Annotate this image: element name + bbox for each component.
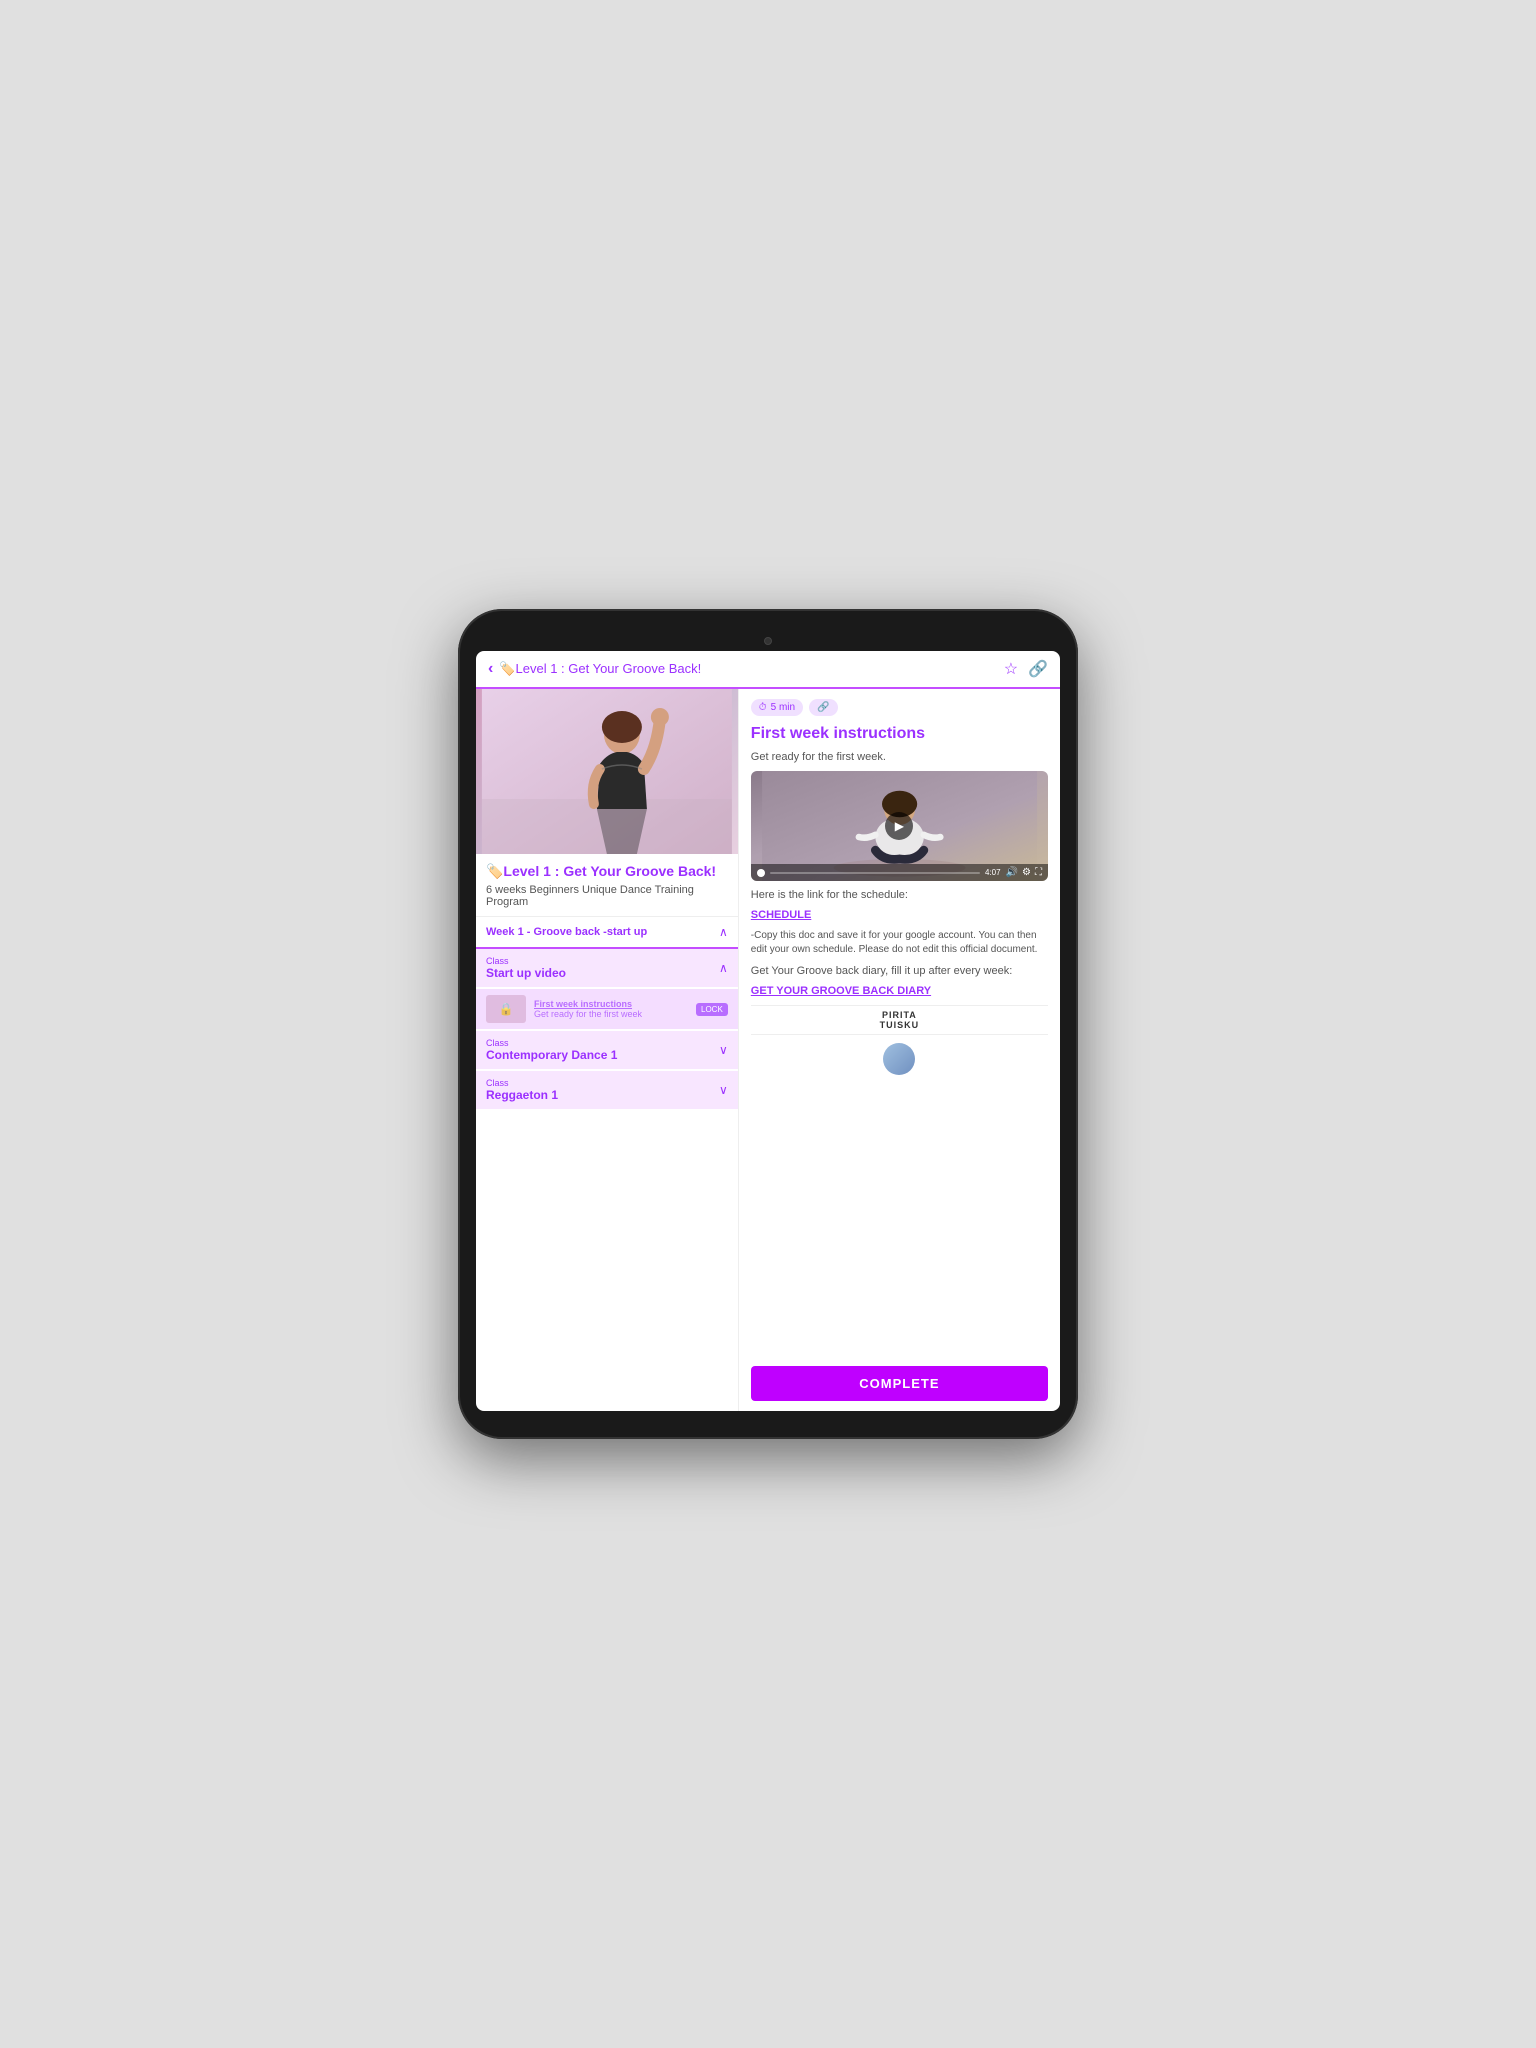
tablet-frame: ‹ 🏷️Level 1 : Get Your Groove Back! ☆ 🔗 <box>458 609 1078 1439</box>
tablet-screen: ‹ 🏷️Level 1 : Get Your Groove Back! ☆ 🔗 <box>476 651 1060 1411</box>
class-chevron-1: ∧ <box>719 961 728 975</box>
class-chevron-2: ∨ <box>719 1043 728 1057</box>
class-chevron-3: ∨ <box>719 1083 728 1097</box>
schedule-label: Here is the link for the schedule: <box>751 889 1048 901</box>
class-label-3: Class <box>486 1078 558 1088</box>
class-label-2: Class <box>486 1038 617 1048</box>
progress-bar[interactable] <box>770 872 980 874</box>
locked-title: First week instructions <box>534 999 688 1009</box>
locked-subtitle: Get ready for the first week <box>534 1009 688 1019</box>
class-name-3: Reggaeton 1 <box>486 1088 558 1102</box>
right-panel: ⏱ 5 min 🔗 First week instructions Get re… <box>739 689 1060 1411</box>
duration-tag: ⏱ 5 min <box>751 699 803 716</box>
content-description: Get ready for the first week. <box>751 751 1048 763</box>
link-tag-icon: 🔗 <box>817 702 829 713</box>
progress-indicator <box>757 869 765 877</box>
course-info: 🏷️Level 1 : Get Your Groove Back! 6 week… <box>476 854 738 917</box>
header-title: 🏷️Level 1 : Get Your Groove Back! <box>499 661 701 677</box>
class-item-startup[interactable]: Class Start up video ∧ <box>476 949 738 989</box>
class-name-1: Start up video <box>486 966 566 980</box>
settings-icon[interactable]: ⚙ <box>1022 867 1031 878</box>
video-control-icons: 🔊 ⚙ ⛶ <box>1006 867 1042 878</box>
content-heading: First week instructions <box>751 724 1048 743</box>
link-icon[interactable]: 🔗 <box>1028 659 1048 679</box>
class-item-reggaeton[interactable]: Class Reggaeton 1 ∨ <box>476 1071 738 1111</box>
class-label-1: Class <box>486 956 566 966</box>
week-chevron-icon: ∧ <box>719 925 728 939</box>
signature-line1: PIRITA <box>882 1010 917 1020</box>
clock-icon: ⏱ <box>759 702 767 713</box>
diary-link[interactable]: GET YOUR GROOVE BACK DIARY <box>751 985 1048 997</box>
meta-tags: ⏱ 5 min 🔗 <box>751 699 1048 716</box>
course-image <box>476 689 738 854</box>
complete-button[interactable]: COMPLETE <box>751 1366 1048 1401</box>
week-title: Week 1 - Groove back -start up <box>486 926 647 938</box>
locked-lesson-item: 🔒 First week instructions Get ready for … <box>476 989 738 1031</box>
tablet-camera <box>764 637 772 645</box>
class-item-contemporary[interactable]: Class Contemporary Dance 1 ∨ <box>476 1031 738 1071</box>
link-tag[interactable]: 🔗 <box>809 699 837 716</box>
locked-badge: LOCK <box>696 1003 728 1016</box>
main-content: 🏷️Level 1 : Get Your Groove Back! 6 week… <box>476 689 1060 1411</box>
class-name-2: Contemporary Dance 1 <box>486 1048 617 1062</box>
avatar-preview <box>883 1043 915 1075</box>
locked-thumbnail: 🔒 <box>486 995 526 1023</box>
header-left: ‹ 🏷️Level 1 : Get Your Groove Back! <box>488 660 701 678</box>
class-item-info: Class Start up video <box>486 956 566 980</box>
volume-icon[interactable]: 🔊 <box>1006 867 1018 878</box>
author-signature: PIRITA TUISKU <box>751 1005 1048 1035</box>
star-icon[interactable]: ☆ <box>1004 659 1018 679</box>
diary-label: Get Your Groove back diary, fill it up a… <box>751 965 1048 977</box>
class-item-info-2: Class Contemporary Dance 1 <box>486 1038 617 1062</box>
locked-text: First week instructions Get ready for th… <box>534 999 688 1019</box>
header-icons: ☆ 🔗 <box>1004 659 1048 679</box>
class-item-info-3: Class Reggaeton 1 <box>486 1078 558 1102</box>
schedule-link[interactable]: SCHEDULE <box>751 909 1048 921</box>
header-bar: ‹ 🏷️Level 1 : Get Your Groove Back! ☆ 🔗 <box>476 651 1060 689</box>
video-controls: 4:07 🔊 ⚙ ⛶ <box>751 864 1048 881</box>
back-button[interactable]: ‹ <box>488 660 493 678</box>
fullscreen-icon[interactable]: ⛶ <box>1035 867 1042 878</box>
course-title: 🏷️Level 1 : Get Your Groove Back! <box>486 862 728 880</box>
left-panel: 🏷️Level 1 : Get Your Groove Back! 6 week… <box>476 689 739 1411</box>
week-header[interactable]: Week 1 - Groove back -start up ∧ <box>476 917 738 949</box>
video-time: 4:07 <box>985 868 1001 877</box>
dancer-image <box>476 689 738 854</box>
signature-line2: TUISKU <box>880 1020 920 1030</box>
video-player[interactable]: ▶ 4:07 🔊 ⚙ ⛶ <box>751 771 1048 881</box>
copy-instructions: -Copy this doc and save it for your goog… <box>751 929 1048 957</box>
duration-text: 5 min <box>771 702 795 713</box>
course-subtitle: 6 weeks Beginners Unique Dance Training … <box>486 884 728 908</box>
